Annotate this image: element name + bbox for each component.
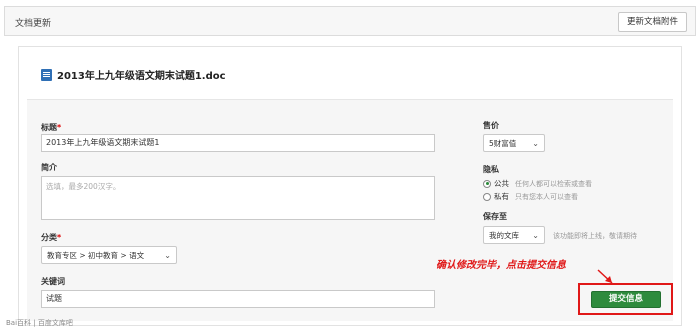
watermark: Bai百科 | 百度文库吧 bbox=[6, 319, 73, 327]
submit-button[interactable]: 提交信息 bbox=[591, 291, 661, 308]
